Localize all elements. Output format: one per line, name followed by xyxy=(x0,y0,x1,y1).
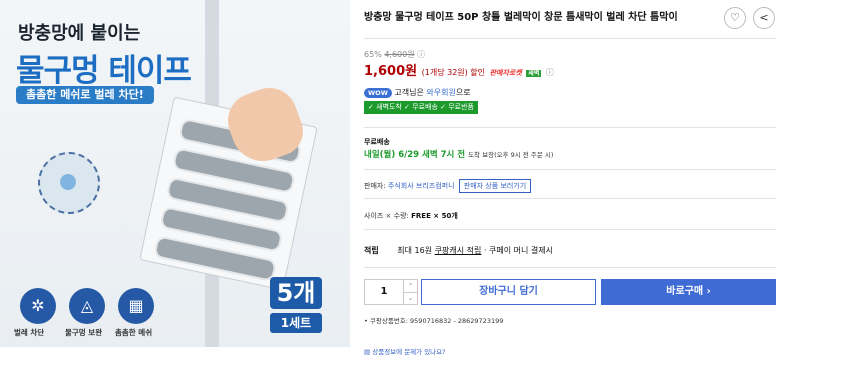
divider xyxy=(364,198,776,199)
share-icon[interactable]: < xyxy=(753,7,775,29)
option-line: 사이즈 × 수량: FREE × 50개 xyxy=(364,211,458,221)
image-headline-main: 물구멍 테이프 xyxy=(16,53,192,89)
discount-line: 65% 4,600원 ⓘ xyxy=(364,49,425,60)
divider xyxy=(364,169,776,170)
heart-icon[interactable]: ♡ xyxy=(724,7,746,29)
shipping-note: 도착 보장(오후 9시 전 주문 시) xyxy=(468,151,554,159)
report-link[interactable]: ▤ 상품정보에 문제가 있나요? xyxy=(364,346,446,356)
price-line: 1,600원 (1개당 32원) 할인 판매자로켓 새벽 ⓘ xyxy=(364,60,554,79)
wow-text: 으로 xyxy=(455,88,471,97)
shipping-label: 무료배송 xyxy=(364,138,390,146)
mesh-grid-icon: ▦ xyxy=(118,288,154,324)
seller-products-button[interactable]: 판매자 상품 보러가기 xyxy=(458,179,532,193)
shipping-eta-date: 내일(월) 6/29 새벽 7시 전 xyxy=(364,150,466,160)
wow-text: 고객님은 xyxy=(394,88,427,97)
wow-member-link[interactable]: 와우회원 xyxy=(426,88,455,97)
feature-label: 촘촘한 메쉬 xyxy=(115,328,153,337)
seller-label: 판매자: xyxy=(364,182,388,190)
new-badge: 새벽 xyxy=(526,70,542,77)
product-code: • 쿠팡상품번호: 9590716832 - 28629723199 xyxy=(364,317,504,325)
rocket-badge: 판매자로켓 xyxy=(489,69,522,77)
divider xyxy=(364,127,776,128)
original-price: 4,600원 xyxy=(384,50,415,59)
set-badge: 1세트 xyxy=(270,313,322,333)
unit-price: (1개당 32원) 할인 xyxy=(421,68,486,77)
divider xyxy=(364,229,776,230)
option-value: FREE × 50개 xyxy=(411,212,458,220)
report-text: 상품정보에 문제가 있나요? xyxy=(372,348,446,356)
report-icon: ▤ xyxy=(364,348,371,356)
buy-now-button[interactable]: 바로구매 › xyxy=(601,279,776,305)
bug-icon: ✲ xyxy=(20,288,56,324)
image-headline-top: 방충망에 붙이는 xyxy=(18,23,141,44)
wow-badge: WOW xyxy=(364,88,392,98)
image-subtitle: 촘촘한 메쉬로 벌레 차단! xyxy=(16,86,154,104)
discount-rate: 65% xyxy=(364,50,382,59)
earn-text: · 쿠페이 머니 결제시 xyxy=(481,246,553,255)
water-drop-icon: ◬ xyxy=(69,288,105,324)
cash-earn-line: 적립 최대 16원 쿠팡캐시 적립 · 쿠페이 머니 결제시 xyxy=(364,245,553,256)
info-icon[interactable]: ⓘ xyxy=(546,68,554,77)
earn-label: 적립 xyxy=(364,246,379,255)
product-title: 방충망 물구멍 테이프 50P 창틀 벌레막이 창문 틈새막이 벌레 차단 틈막… xyxy=(364,12,678,23)
divider xyxy=(364,267,776,268)
product-image[interactable]: 방충망에 붙이는 물구멍 테이프 촘촘한 메쉬로 벌레 차단! ✲ ◬ ▦ 벌레… xyxy=(0,0,350,347)
wow-line: WOW 고객님은 와우회원으로 xyxy=(364,87,471,98)
divider xyxy=(364,38,776,39)
info-icon[interactable]: ⓘ xyxy=(417,50,425,59)
hole-icon xyxy=(60,174,76,190)
chevron-down-icon[interactable]: ⌄ xyxy=(403,292,417,304)
seller-name-link[interactable]: 주식회사 브리즈컴퍼니 xyxy=(388,182,455,190)
feature-label: 물구멍 보완 xyxy=(65,328,103,337)
count-badge: 5개 xyxy=(270,277,322,309)
coupang-cash-link[interactable]: 쿠팡캐시 적립 xyxy=(435,246,482,255)
add-to-cart-button[interactable]: 장바구니 담기 xyxy=(421,279,596,305)
sale-price: 1,600원 xyxy=(364,64,418,79)
earn-text: 최대 16원 xyxy=(397,246,435,255)
quantity-input[interactable]: 1 xyxy=(365,280,403,304)
mesh-hole-illustration xyxy=(38,152,100,214)
quantity-stepper[interactable]: 1 ⌃ ⌄ xyxy=(364,279,418,305)
feature-label: 벌레 차단 xyxy=(14,328,45,337)
seller-line: 판매자: 주식회사 브리즈컴퍼니 판매자 상품 보러가기 xyxy=(364,179,532,193)
option-label: 사이즈 × 수량: xyxy=(364,212,412,220)
benefits-badge: ✓ 새벽도착 ✓ 무료배송 ✓ 무료반품 xyxy=(364,101,479,114)
shipping-eta: 내일(월) 6/29 새벽 7시 전 도착 보장(오후 9시 전 주문 시) xyxy=(364,148,553,160)
